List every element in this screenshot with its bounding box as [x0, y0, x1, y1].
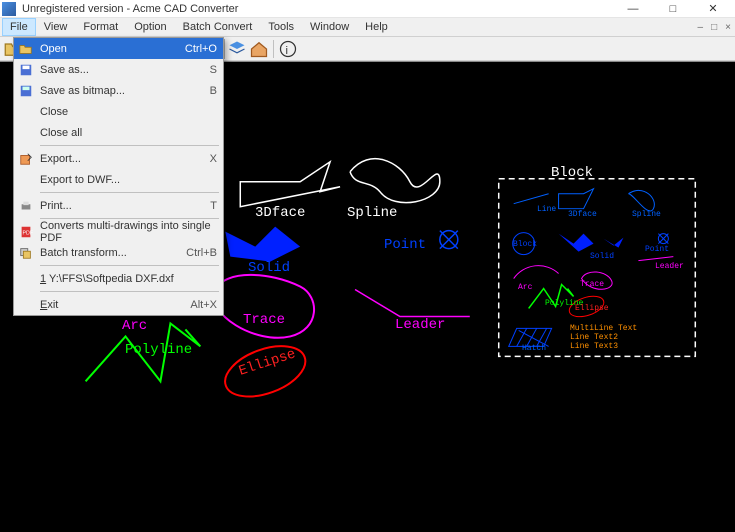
dropdown-shortcut: Ctrl+O	[185, 43, 217, 55]
dropdown-item-label: 1 Y:\FFS\Softpedia DXF.dxf	[40, 273, 174, 285]
dropdown-item-close-all[interactable]: Close all	[14, 122, 223, 143]
dropdown-item-label: Export...	[40, 153, 81, 165]
toolbar-separator	[273, 40, 274, 58]
dropdown-item-label: Print...	[40, 200, 72, 212]
dropdown-shortcut: T	[210, 200, 217, 212]
dropdown-item-label: Batch transform...	[40, 247, 127, 259]
dropdown-item-export-to-dwf[interactable]: Export to DWF...	[14, 169, 223, 190]
print-icon	[18, 198, 34, 214]
label-3dface: 3Dface	[255, 205, 305, 221]
batch-icon	[18, 245, 34, 261]
toolbar-home-button[interactable]	[249, 39, 269, 59]
menu-view[interactable]: View	[36, 18, 76, 36]
mdi-restore-icon[interactable]: □	[711, 22, 717, 33]
save-icon	[18, 62, 34, 78]
block-label-trace: Trace	[580, 280, 604, 289]
label-leader: Leader	[395, 317, 445, 333]
maximize-button[interactable]: □	[653, 1, 693, 17]
dropdown-shortcut: X	[210, 153, 217, 165]
svg-text:PDF: PDF	[23, 230, 34, 236]
dropdown-separator	[40, 265, 219, 266]
dropdown-item-print[interactable]: Print... T	[14, 195, 223, 216]
mdi-minimize-icon[interactable]: –	[698, 22, 704, 33]
dropdown-item-label: Open	[40, 43, 67, 55]
window-controls: — □ ✕	[613, 1, 733, 17]
dropdown-separator	[40, 291, 219, 292]
svg-text:i: i	[286, 45, 289, 57]
dropdown-item-converts-multi-drawings-into-single-pdf[interactable]: PDF Converts multi-drawings into single P…	[14, 221, 223, 242]
label-trace: Trace	[243, 312, 285, 328]
block-label-ml1: MultiLine Text	[570, 324, 637, 333]
menu-file[interactable]: File	[2, 18, 36, 36]
label-solid: Solid	[248, 260, 290, 276]
app-icon	[2, 2, 16, 16]
minimize-button[interactable]: —	[613, 1, 653, 17]
dropdown-item-close[interactable]: Close	[14, 101, 223, 122]
pdf-icon: PDF	[18, 224, 34, 240]
mdi-window-controls: – □ ×	[698, 18, 735, 36]
block-label-arc: Arc	[518, 283, 532, 292]
block-label-ml2: Line Text2	[570, 333, 618, 342]
menu-help[interactable]: Help	[357, 18, 396, 36]
close-button[interactable]: ✕	[693, 1, 733, 17]
toolbar-about-button[interactable]: i	[278, 39, 298, 59]
dropdown-shortcut: Alt+X	[190, 299, 217, 311]
window-title: Unregistered version - Acme CAD Converte…	[22, 3, 613, 15]
export-icon	[18, 151, 34, 167]
bitmap-icon	[18, 83, 34, 99]
menu-tools[interactable]: Tools	[260, 18, 302, 36]
file-dropdown: Open Ctrl+O Save as... S Save as bitmap... B C…	[13, 37, 224, 316]
label-polyline: Polyline	[125, 342, 192, 358]
dropdown-separator	[40, 192, 219, 193]
label-point: Point	[384, 237, 426, 253]
dropdown-shortcut: S	[210, 64, 217, 76]
dropdown-item-label: Save as...	[40, 64, 89, 76]
dropdown-item-label: Save as bitmap...	[40, 85, 125, 97]
menu-option[interactable]: Option	[126, 18, 174, 36]
titlebar: Unregistered version - Acme CAD Converte…	[0, 0, 735, 18]
menu-window[interactable]: Window	[302, 18, 357, 36]
dropdown-item-export[interactable]: Export... X	[14, 148, 223, 169]
block-label-3dface: 3Dface	[568, 210, 597, 219]
label-spline: Spline	[347, 205, 397, 221]
open-icon	[18, 41, 34, 57]
label-block: Block	[551, 165, 593, 181]
dropdown-separator	[40, 145, 219, 146]
dropdown-item-label: Converts multi-drawings into single PDF	[40, 220, 217, 244]
block-label-hatch: Hatch	[522, 344, 546, 353]
block-label-line: Line	[537, 205, 556, 214]
block-label-ml3: Line Text3	[570, 342, 618, 351]
block-label-leader: Leader	[655, 262, 684, 271]
mdi-close-icon[interactable]: ×	[725, 22, 731, 33]
dropdown-item-open[interactable]: Open Ctrl+O	[14, 38, 223, 59]
dropdown-item-label: Close all	[40, 127, 82, 139]
menu-batch-convert[interactable]: Batch Convert	[175, 18, 261, 36]
block-label-block: Block	[513, 240, 537, 249]
label-arc: Arc	[122, 318, 147, 334]
block-label-solid: Solid	[590, 252, 614, 261]
dropdown-item-1-y-ffs-softpedia-dxf-dxf[interactable]: 1 Y:\FFS\Softpedia DXF.dxf	[14, 268, 223, 289]
dropdown-item-label: Exit	[40, 299, 58, 311]
dropdown-shortcut: B	[210, 85, 217, 97]
dropdown-item-label: Export to DWF...	[40, 174, 120, 186]
dropdown-item-batch-transform[interactable]: Batch transform... Ctrl+B	[14, 242, 223, 263]
dropdown-item-save-as[interactable]: Save as... S	[14, 59, 223, 80]
dropdown-item-label: Close	[40, 106, 68, 118]
block-label-ellipse: Ellipse	[575, 304, 609, 313]
dropdown-shortcut: Ctrl+B	[186, 247, 217, 259]
block-label-spline: Spline	[632, 210, 661, 219]
dropdown-item-exit[interactable]: Exit Alt+X	[14, 294, 223, 315]
block-label-point: Point	[645, 245, 669, 254]
dropdown-item-save-as-bitmap[interactable]: Save as bitmap... B	[14, 80, 223, 101]
toolbar-layers-button[interactable]	[227, 39, 247, 59]
menu-format[interactable]: Format	[75, 18, 126, 36]
menubar: File View Format Option Batch Convert To…	[0, 18, 735, 37]
